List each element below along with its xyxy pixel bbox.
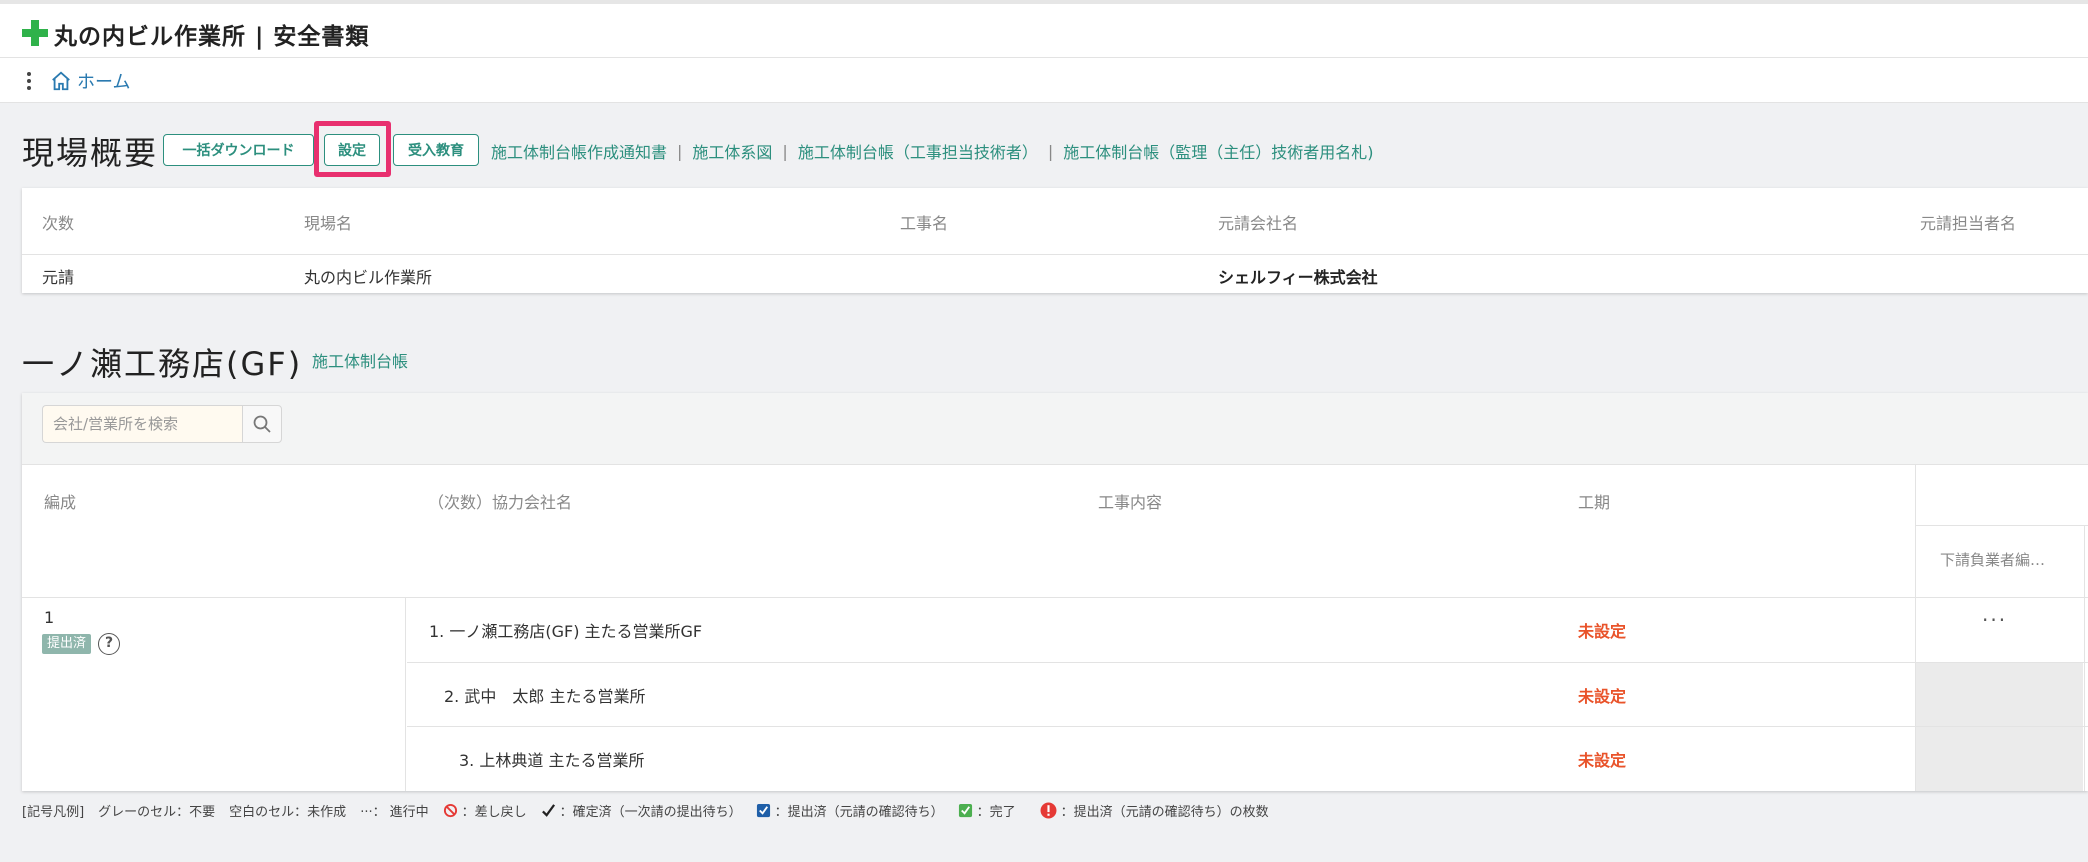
legend-grey-text: グレーのセル：不要 bbox=[98, 805, 216, 820]
legend-confirmed: ：確定済（一次請の提出待ち） bbox=[541, 801, 742, 820]
search-button[interactable] bbox=[242, 405, 282, 443]
kebab-menu-icon[interactable] bbox=[24, 72, 34, 90]
legend-returned: ：差し戻し bbox=[443, 801, 527, 820]
legend-done-text: ：完了 bbox=[976, 805, 1016, 820]
status-badge: 提出済 bbox=[42, 634, 92, 654]
legend-confirmed-text: ：確定済（一次請の提出待ち） bbox=[559, 805, 742, 820]
legend-blank: 空白のセル：未作成 bbox=[229, 801, 346, 820]
symbol-legend: [記号凡例] グレーのセル：不要 空白のセル：未作成 ···： 進行中 ：差し戻… bbox=[22, 801, 1283, 820]
formation-number: 1 bbox=[44, 608, 55, 627]
header-tier: 次数 bbox=[42, 214, 75, 233]
legend-title: [記号凡例] bbox=[22, 801, 84, 820]
column-divider bbox=[1916, 525, 2088, 526]
red-exclamation-icon bbox=[1040, 802, 1057, 819]
breadcrumb-bar: ホーム bbox=[0, 58, 2088, 103]
link-separator: | bbox=[677, 141, 683, 161]
home-icon bbox=[52, 71, 70, 91]
header-work-name: 工事名 bbox=[900, 214, 949, 233]
period-value[interactable]: 未設定 bbox=[1578, 683, 1626, 707]
cell-site-name: 丸の内ビル作業所 bbox=[304, 268, 433, 287]
header-formation: 編成 bbox=[44, 493, 77, 512]
legend-submitted-text: ：提出済（元請の確認待ち） bbox=[774, 805, 944, 820]
formation-cell: 1 提出済 ? bbox=[22, 598, 406, 791]
legend-title-text: [記号凡例] bbox=[22, 805, 85, 820]
overview-title: 現場概要 bbox=[22, 134, 159, 172]
overview-table: 次数 現場名 工事名 元請会社名 元請担当者名 元請 丸の内ビル作業所 シェルフ… bbox=[22, 188, 2088, 293]
company-name[interactable]: 2. 武中 太郎 主たる営業所 bbox=[444, 683, 645, 707]
link-separator: | bbox=[782, 141, 788, 161]
subcontractor-table: 編成 （次数）協力会社名 工事内容 工期 下請負業者編… 1 提出済 ? 1. … bbox=[22, 393, 2088, 791]
header-period: 工期 bbox=[1578, 493, 1611, 512]
header-prime-company: 元請会社名 bbox=[1218, 214, 1299, 233]
home-label: ホーム bbox=[77, 72, 131, 93]
header-site-name: 現場名 bbox=[304, 214, 353, 233]
header-company: （次数）協力会社名 bbox=[428, 493, 573, 512]
settings-button[interactable]: 設定 bbox=[324, 134, 380, 166]
checkmark-icon bbox=[541, 803, 556, 818]
cell-prime-company: シェルフィー株式会社 bbox=[1218, 268, 1378, 287]
header-work-content: 工事内容 bbox=[1098, 493, 1163, 512]
grey-cell bbox=[1916, 727, 2083, 791]
doc-link-notification[interactable]: 施工体制台帳作成通知書 bbox=[491, 139, 667, 163]
breadcrumb-home-link[interactable]: ホーム bbox=[50, 68, 130, 94]
doc-link-ledger-nameplate[interactable]: 施工体制台帳（監理（主任）技術者用名札) bbox=[1063, 139, 1373, 163]
column-divider bbox=[2084, 525, 2085, 791]
doc-link-system-diagram[interactable]: 施工体系図 bbox=[692, 139, 772, 163]
ledger-link[interactable]: 施工体制台帳 bbox=[312, 348, 408, 372]
legend-in-progress: ···： 進行中 bbox=[360, 801, 428, 820]
header-sub-register: 下請負業者編… bbox=[1940, 551, 2046, 569]
more-dots-icon: ···： bbox=[360, 805, 386, 820]
doc-link-ledger-engineer[interactable]: 施工体制台帳（工事担当技術者） bbox=[798, 139, 1038, 163]
legend-done: ：完了 bbox=[958, 801, 1016, 820]
cell-tier: 元請 bbox=[42, 268, 75, 287]
green-checkbox-icon bbox=[958, 803, 973, 818]
table-row: 1. 一ノ瀬工務店(GF) 主たる営業所GF 未設定 bbox=[407, 598, 1915, 662]
company-name[interactable]: 1. 一ノ瀬工務店(GF) 主たる営業所GF bbox=[429, 618, 702, 642]
table-row: 3. 上林典道 主たる営業所 未設定 bbox=[407, 726, 1915, 790]
legend-count: ：提出済（元請の確認待ち）の枚数 bbox=[1040, 801, 1269, 820]
help-icon[interactable]: ? bbox=[98, 633, 120, 655]
search-icon bbox=[253, 415, 271, 433]
header-prime-contact: 元請担当者名 bbox=[1920, 214, 2017, 233]
period-value[interactable]: 未設定 bbox=[1578, 747, 1626, 771]
company-search-input[interactable] bbox=[42, 405, 242, 443]
legend-blank-text: 空白のセル：未作成 bbox=[229, 805, 347, 820]
entry-education-button[interactable]: 受入教育 bbox=[393, 134, 479, 166]
blue-checkbox-icon bbox=[756, 803, 771, 818]
document-links: 施工体制台帳作成通知書 | 施工体系図 | 施工体制台帳（工事担当技術者） | … bbox=[491, 139, 1373, 163]
green-cross-logo-icon bbox=[22, 20, 48, 46]
prohibited-icon bbox=[443, 803, 458, 818]
legend-submitted: ：提出済（元請の確認待ち） bbox=[756, 801, 944, 820]
legend-returned-text: ：差し戻し bbox=[461, 805, 527, 820]
subcontractor-title: 一ノ瀬工務店(GF) bbox=[22, 345, 303, 383]
table-row: 2. 武中 太郎 主たる営業所 未設定 bbox=[407, 662, 1915, 726]
grey-cell bbox=[1916, 663, 2083, 726]
company-name[interactable]: 3. 上林典道 主たる営業所 bbox=[459, 747, 644, 771]
legend-grey: グレーのセル：不要 bbox=[98, 801, 215, 820]
bulk-download-button[interactable]: 一括ダウンロード bbox=[163, 134, 314, 166]
link-separator: | bbox=[1047, 141, 1054, 161]
search-bar bbox=[22, 393, 2088, 465]
in-progress-more-button[interactable]: ··· bbox=[1982, 608, 2007, 632]
app-title: 丸の内ビル作業所 | 安全書類 bbox=[54, 24, 370, 50]
legend-in-progress-text: 進行中 bbox=[389, 805, 429, 820]
legend-count-text: ：提出済（元請の確認待ち）の枚数 bbox=[1060, 805, 1269, 820]
period-value[interactable]: 未設定 bbox=[1578, 618, 1626, 642]
table-divider bbox=[22, 254, 2088, 255]
top-bar: 丸の内ビル作業所 | 安全書類 bbox=[0, 0, 2088, 58]
